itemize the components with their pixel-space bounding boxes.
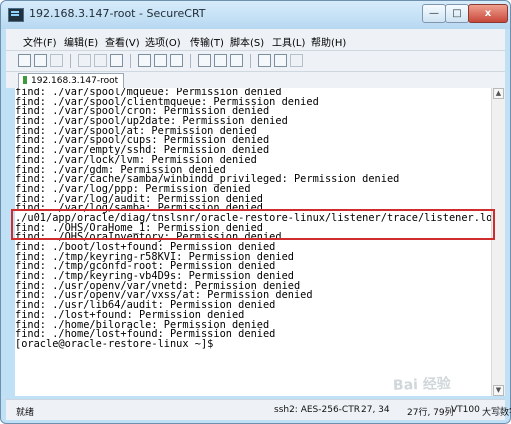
securecrt-window: 192.168.3.147-root - SecureCRT — □ x 文件(… [0, 0, 511, 424]
securecrt-app-icon [8, 8, 24, 22]
toolbar-separator [250, 54, 251, 68]
toolbar-separator [70, 54, 71, 68]
paste-icon[interactable] [94, 54, 107, 67]
title-bar[interactable]: 192.168.3.147-root - SecureCRT — □ x [1, 1, 510, 29]
toolbar-overflow-icon[interactable] [290, 54, 303, 67]
status-bar: 就绪 ssh2: AES-256-CTR 27, 34 27行, 79列 VT1… [6, 399, 511, 420]
menu-help[interactable]: 帮助(H) [311, 34, 346, 49]
about-icon[interactable] [274, 54, 287, 67]
print-setup-icon[interactable] [154, 54, 167, 67]
toolbar [6, 51, 505, 72]
menu-tools[interactable]: 工具(L) [272, 34, 305, 49]
keymap-icon[interactable] [214, 54, 227, 67]
session-status-icon [23, 76, 27, 84]
help-icon[interactable] [258, 54, 271, 67]
print-icon[interactable] [138, 54, 151, 67]
resize-grip-icon[interactable] [495, 406, 505, 416]
minimize-button[interactable]: — [422, 4, 446, 23]
menu-file[interactable]: 文件(F) [23, 34, 57, 49]
disconnect-icon[interactable] [50, 54, 63, 67]
find-icon[interactable] [110, 54, 123, 67]
menu-transfer[interactable]: 传输(T) [190, 34, 224, 49]
status-protocol: ssh2: AES-256-CTR [274, 405, 360, 415]
maximize-button[interactable]: □ [445, 4, 469, 23]
menu-edit[interactable]: 编辑(E) [64, 34, 98, 49]
menu-view[interactable]: 查看(V) [105, 34, 140, 49]
settings-icon[interactable] [170, 54, 183, 67]
terminal-scrollbar[interactable]: ▲ ▼ [491, 88, 505, 396]
status-terminal-type: VT100 [451, 405, 480, 415]
session-tab-strip: 192.168.3.147-root [6, 72, 505, 88]
menu-script[interactable]: 脚本(S) [230, 34, 264, 49]
toolbar-separator [130, 54, 131, 68]
terminal-prompt: [oracle@oracle-restore-linux ~]$ [15, 337, 214, 350]
status-size: 27行, 79列 [407, 408, 454, 418]
close-button[interactable]: x [468, 4, 508, 23]
menu-options[interactable]: 选项(O) [145, 34, 181, 49]
scroll-up-icon[interactable]: ▲ [493, 88, 504, 99]
tab-session[interactable]: 192.168.3.147-root [18, 73, 125, 88]
baidu-watermark: Bai 经验 [392, 375, 452, 394]
menu-bar: 文件(F) 编辑(E) 查看(V) 选项(O) 传输(T) 脚本(S) 工具(L… [6, 29, 505, 51]
status-cursor: 27, 34 [361, 405, 390, 415]
status-ready: 就绪 [16, 408, 35, 418]
toolbar-separator [190, 54, 191, 68]
sftp-icon[interactable] [198, 54, 211, 67]
connect-icon[interactable] [18, 54, 31, 67]
terminal-output[interactable]: find: ./var/spool/mqueue: Permission den… [15, 88, 491, 396]
highlight-annotation-box [11, 209, 495, 240]
tab-session-label: 192.168.3.147-root [31, 76, 119, 86]
key-icon[interactable] [230, 54, 243, 67]
reconnect-icon[interactable] [34, 54, 47, 67]
copy-icon[interactable] [78, 54, 91, 67]
window-title: 192.168.3.147-root - SecureCRT [29, 7, 206, 20]
